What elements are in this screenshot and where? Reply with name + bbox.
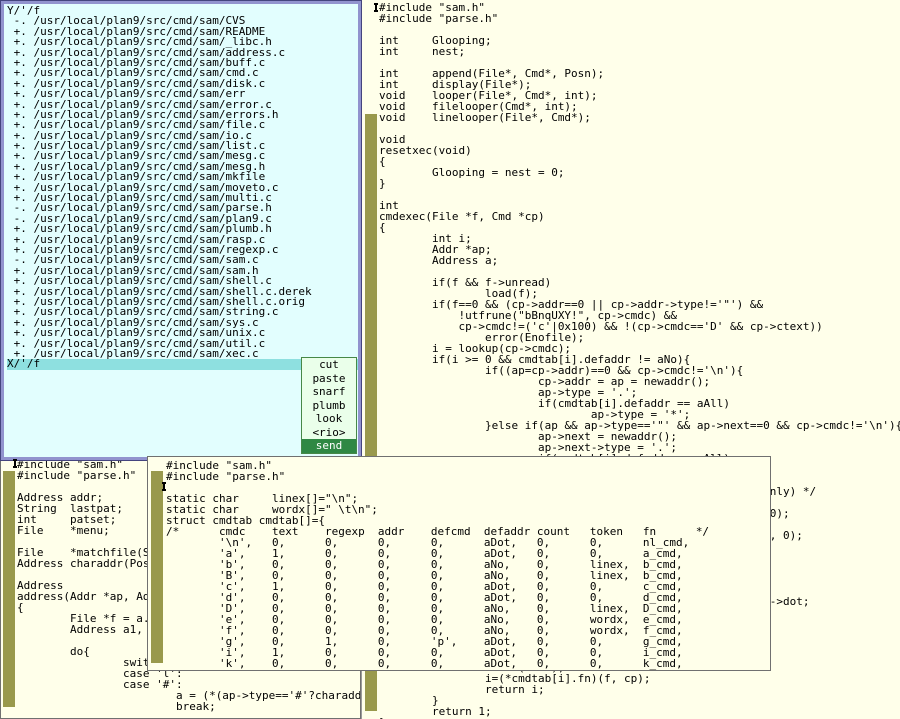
code-line: void linelooper(File*, Cmd*);: [379, 112, 900, 123]
scrollbar-track: [151, 471, 163, 663]
text-cursor: [14, 459, 16, 468]
code-line: #include "parse.h": [166, 471, 709, 482]
text-cursor: [163, 482, 165, 491]
code-line: Glooping = nest = 0;: [379, 167, 900, 178]
code-line: Address a;: [379, 255, 900, 266]
command-text[interactable]: Y/'/f -. /usr/local/plan9/src/cmd/sam/CV…: [7, 6, 358, 370]
cmdtab-file-window[interactable]: #include "sam.h"#include "parse.h" stati…: [147, 456, 771, 671]
cmdtab-code-text[interactable]: #include "sam.h"#include "parse.h" stati…: [166, 460, 709, 669]
code-line: break;: [17, 701, 361, 712]
code-line: return i;: [379, 684, 900, 695]
code-line: 'k', 0, 0, 0, 0, aDot, 0, 0, k_cmd,: [166, 658, 709, 669]
scrollbar[interactable]: [3, 459, 15, 716]
code-line: int nest;: [379, 46, 900, 57]
menu-item[interactable]: plumb: [302, 399, 356, 413]
text-cursor: [375, 3, 377, 12]
menu-item[interactable]: paste: [302, 372, 356, 386]
menu-item[interactable]: send: [302, 439, 356, 453]
edit-menu[interactable]: cutpastesnarfplumblook<rio>send: [301, 357, 357, 454]
code-line: #include "parse.h": [379, 13, 900, 24]
code-line: [379, 189, 900, 200]
code-line: resetxec(void): [379, 145, 900, 156]
menu-item[interactable]: cut: [302, 358, 356, 372]
code-line: [379, 123, 900, 134]
menu-item[interactable]: snarf: [302, 385, 356, 399]
menu-item[interactable]: <rio>: [302, 426, 356, 440]
menu-item[interactable]: look: [302, 412, 356, 426]
code-line: return 1;: [379, 706, 900, 717]
scrollbar-track: [3, 471, 15, 707]
code-line: }: [379, 178, 900, 189]
code-line: cmdexec(File *f, Cmd *cp): [379, 211, 900, 222]
